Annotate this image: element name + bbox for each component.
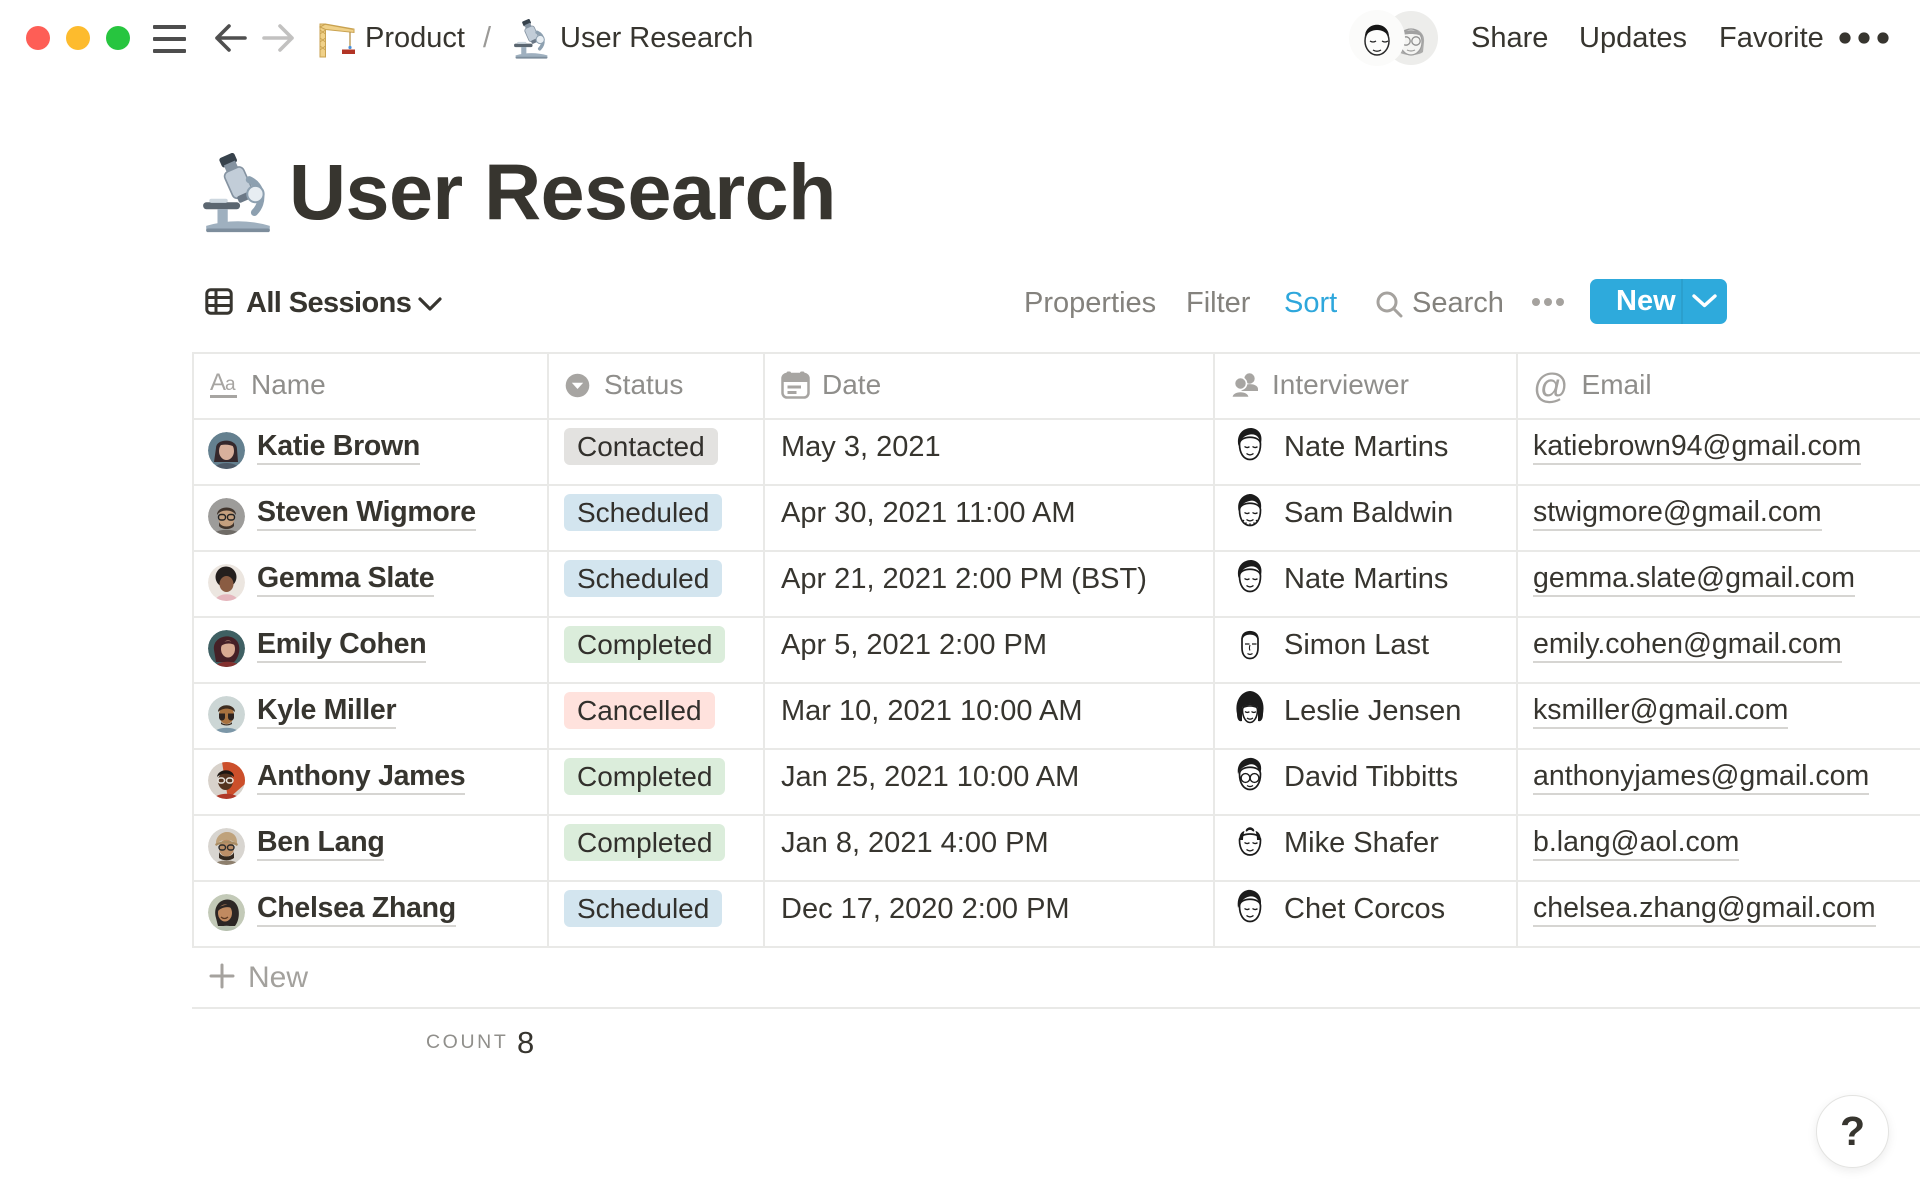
svg-text:a: a <box>225 374 236 395</box>
svg-text:A: A <box>210 370 226 396</box>
